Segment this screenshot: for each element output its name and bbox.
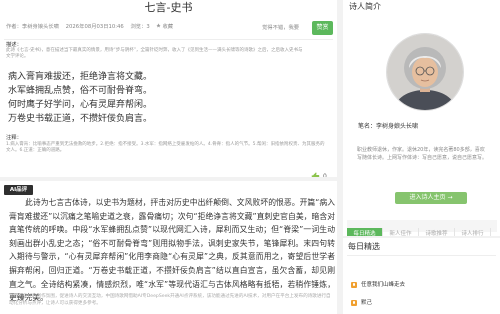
like-count: 0: [323, 173, 327, 177]
star-icon: [156, 23, 162, 28]
tab-bar: 每日精选 新人佳作 诗歌推荐 诗人排行: [347, 220, 497, 236]
divider: [347, 255, 496, 256]
hot-icon: [351, 281, 357, 288]
author-link[interactable]: 作者：李树身娘头长啸: [6, 24, 59, 30]
ai-review-card: AI品评 此诗为七言古体诗，以史书为题材，抨击对历史中出纤颠倒、文风败坏的恨恶。…: [0, 181, 337, 314]
publish-date: 2026年08月03日10:46: [65, 23, 124, 30]
favorite-button[interactable]: 收藏: [156, 23, 174, 30]
hot-icon: [351, 299, 357, 306]
reward-prompt: 觉得不错，我要: [262, 25, 300, 31]
poet-profile-card: 诗人简介 笔名：李树身娘头长啸 职业教师退休，作家。退休20年，读完名著80多部…: [343, 0, 500, 236]
description-text: 此诗《七言-史书》，意在描述当下最真实的情景，用诗“步与阴杯”，全篇针砭时弊，收…: [6, 48, 303, 59]
tab-recommend[interactable]: 诗歌推荐: [419, 228, 455, 236]
daily-picks-card: 每日精选 任意我们山峰走去 默己: [343, 238, 500, 314]
divider: [4, 39, 333, 40]
tab-new[interactable]: 新人佳作: [383, 228, 419, 236]
poem-title: 七言-史书: [144, 1, 193, 14]
list-item[interactable]: 任意我们山峰走去: [351, 274, 405, 288]
poet-bio: 职业教师退休，作家。退休20年，读完名著80多部，喜欢写随体长诗。上网写作体诗：…: [357, 147, 488, 161]
poem-body: 病入膏肓难拔还，拒绝诤言将文藏。 水军蜂拥乱点赞，俗不可耐骨脊弯。 何时鹰子好学…: [8, 70, 152, 126]
ai-review-footnote: 为营造良好的创作氛围，促进诗人的交流互动，中国诗歌网借助AI专DeepSeek开…: [9, 294, 331, 306]
notes-label: 注释：: [6, 135, 22, 141]
reward-button[interactable]: 赞赏: [312, 21, 333, 35]
view-count: 浏览：3: [130, 23, 150, 30]
daily-picks-title: 每日精选: [348, 242, 380, 251]
ai-review-text: 此诗为七言古体诗，以史书为题材，抨击对历史中出纤颠倒、文风败坏的恨恶。开篇“病入…: [9, 198, 335, 303]
tab-daily[interactable]: 每日精选: [347, 228, 383, 236]
thumbs-up-icon: [311, 172, 320, 177]
avatar-image: [387, 34, 463, 110]
poem-line: 何时鹰子好学问，心有灵犀弃帮闲。: [8, 100, 153, 110]
poem-meta: 作者：李树身娘头长啸 2026年08月03日10:46 浏览：3 收藏: [6, 23, 178, 31]
list-item[interactable]: 默己: [351, 292, 372, 306]
list-item-title: 任意我们山峰走去: [361, 281, 406, 288]
avatar[interactable]: [387, 34, 463, 110]
notes-text: 1.病入膏肓：比喻事态严重到无法挽救的地步。2.拒绝：指不接受。3.水军：指网络…: [6, 142, 325, 153]
poem-line: 水军蜂拥乱点赞，俗不可耐骨脊弯。: [8, 86, 153, 96]
favorite-label: 收藏: [162, 23, 174, 30]
pen-name: 笔名：李树身娘头长啸: [358, 123, 419, 130]
like-button[interactable]: 0: [311, 166, 327, 177]
ai-review-badge: AI品评: [4, 185, 33, 195]
poem-line: 病入膏肓难拔还，拒绝诤言将文藏。: [8, 72, 153, 82]
list-item-title: 默己: [361, 299, 373, 306]
tab-ranking[interactable]: 诗人排行: [455, 228, 491, 236]
poet-home-button[interactable]: 进入诗人主页 →: [395, 192, 467, 204]
poem-line: 万卷史书载正道，不攒奸佞负肩言。: [8, 114, 153, 124]
poem-card: 七言-史书 作者：李树身娘头长啸 2026年08月03日10:46 浏览：3 收…: [0, 0, 337, 177]
section-title: 诗人简介: [349, 2, 381, 11]
